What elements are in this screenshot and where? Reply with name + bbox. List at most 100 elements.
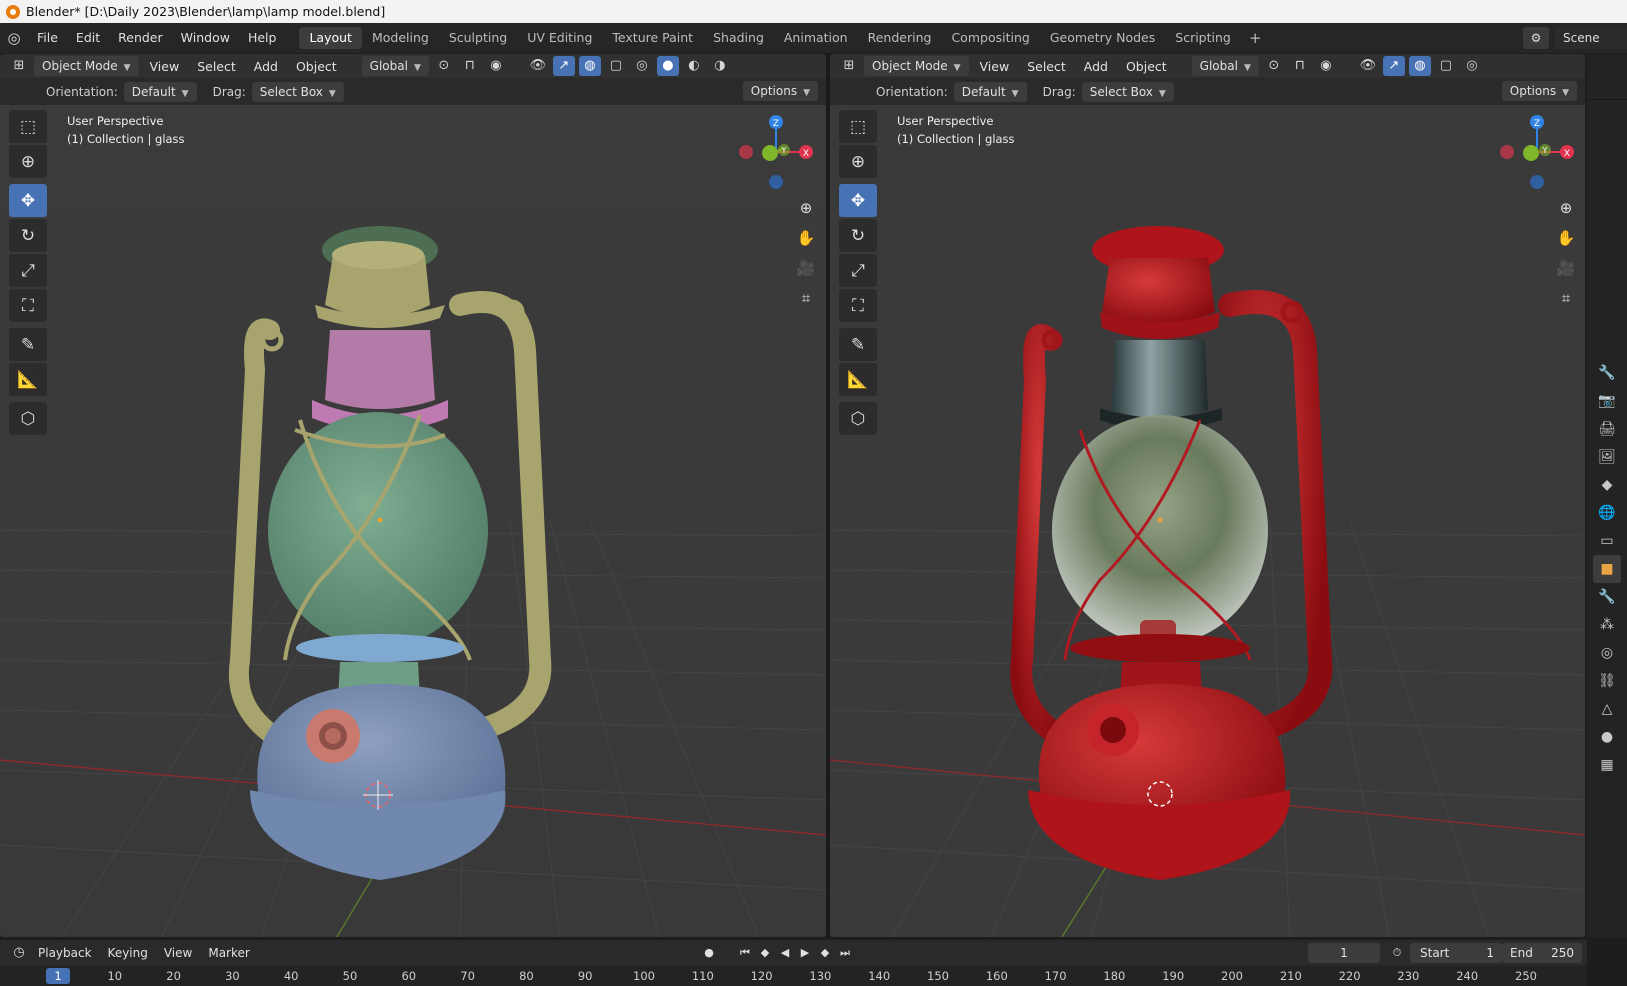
transform-tool[interactable]: ⛶ xyxy=(9,289,47,322)
orientation-dropdown[interactable]: Default ▼ xyxy=(123,81,197,102)
drag-dropdown[interactable]: Select Box ▼ xyxy=(251,81,344,102)
navigation-gizmo[interactable]: Z X Y xyxy=(1495,110,1575,190)
annotate-tool[interactable]: ✎ xyxy=(9,328,47,361)
menu-file[interactable]: File xyxy=(28,27,67,49)
play-icon[interactable]: ▶ xyxy=(796,944,814,962)
tab-layout[interactable]: Layout xyxy=(299,27,362,49)
overlay-toggle-icon[interactable]: ◍ xyxy=(1408,56,1431,76)
material-shading-icon[interactable]: ◐ xyxy=(683,56,705,76)
options-dropdown[interactable]: Options ▼ xyxy=(1501,81,1577,101)
pivot-icon[interactable]: ⊙ xyxy=(1263,56,1285,76)
tab-sculpting[interactable]: Sculpting xyxy=(439,27,517,49)
wireframe-shading-icon[interactable]: ◎ xyxy=(1461,56,1483,76)
menu-add[interactable]: Add xyxy=(1077,59,1115,74)
tab-texture-paint[interactable]: Texture Paint xyxy=(602,27,703,49)
visibility-icon[interactable]: 👁 xyxy=(527,56,549,76)
transform-orientation-dropdown[interactable]: Global ▼ xyxy=(1191,56,1259,76)
tool-tab-icon[interactable]: 🔧 xyxy=(1593,359,1621,387)
perspective-grid-icon[interactable]: ⌗ xyxy=(792,284,820,312)
play-reverse-icon[interactable]: ◀ xyxy=(776,944,794,962)
viewport-solid[interactable]: ⊞ Object Mode ▼ View Select Add Object Gl… xyxy=(0,54,826,937)
menu-window[interactable]: Window xyxy=(172,27,239,49)
menu-help[interactable]: Help xyxy=(239,27,286,49)
scale-tool[interactable]: ⤢ xyxy=(9,254,47,287)
gizmo-toggle-icon[interactable]: ↗ xyxy=(552,56,575,76)
tab-shading[interactable]: Shading xyxy=(703,27,774,49)
zoom-icon[interactable]: ⊕ xyxy=(1552,194,1580,222)
record-icon[interactable]: ● xyxy=(700,944,718,962)
texture-tab-icon[interactable]: ▦ xyxy=(1593,751,1621,779)
pan-hand-icon[interactable]: ✋ xyxy=(1552,224,1580,252)
scene-tab-icon[interactable]: ◆ xyxy=(1593,471,1621,499)
tab-uv-editing[interactable]: UV Editing xyxy=(517,27,602,49)
zoom-icon[interactable]: ⊕ xyxy=(792,194,820,222)
menu-playback[interactable]: Playback xyxy=(30,946,100,960)
output-tab-icon[interactable]: 🖨 xyxy=(1593,415,1621,443)
visibility-icon[interactable]: 👁 xyxy=(1357,56,1379,76)
cursor-tool[interactable]: ⊕ xyxy=(9,145,47,178)
snap-icon[interactable]: ⊓ xyxy=(1289,56,1311,76)
constraints-tab-icon[interactable]: ⛓ xyxy=(1593,667,1621,695)
tab-scripting[interactable]: Scripting xyxy=(1165,27,1241,49)
scene-name-field[interactable]: Scene xyxy=(1555,27,1627,49)
camera-icon[interactable]: 🎥 xyxy=(1552,254,1580,282)
measure-tool[interactable]: 📐 xyxy=(9,363,47,396)
scene-icon[interactable]: ⚙ xyxy=(1523,27,1549,49)
add-workspace-icon[interactable]: + xyxy=(1241,29,1270,47)
tab-rendering[interactable]: Rendering xyxy=(858,27,942,49)
rotate-tool[interactable]: ↻ xyxy=(839,219,877,252)
select-box-tool[interactable]: ⬚ xyxy=(839,110,877,143)
scale-tool[interactable]: ⤢ xyxy=(839,254,877,287)
menu-add[interactable]: Add xyxy=(247,59,285,74)
menu-object[interactable]: Object xyxy=(1119,59,1174,74)
cursor-tool[interactable]: ⊕ xyxy=(839,145,877,178)
pivot-icon[interactable]: ⊙ xyxy=(433,56,455,76)
end-frame-field[interactable]: End 250 xyxy=(1502,943,1582,963)
add-cube-tool[interactable]: ⬡ xyxy=(9,402,47,435)
measure-tool[interactable]: 📐 xyxy=(839,363,877,396)
viewport-material-preview[interactable]: ⊞ Object Mode ▼ View Select Add Object Gl… xyxy=(830,54,1585,937)
editor-type-icon[interactable]: ⊞ xyxy=(8,56,30,76)
mode-dropdown[interactable]: Object Mode ▼ xyxy=(864,56,969,76)
overlay-toggle-icon[interactable]: ◍ xyxy=(578,56,601,76)
tab-modeling[interactable]: Modeling xyxy=(362,27,439,49)
menu-select[interactable]: Select xyxy=(1020,59,1073,74)
next-keyframe-icon[interactable]: ◆ xyxy=(816,944,834,962)
jump-end-icon[interactable]: ⏭ xyxy=(836,944,854,962)
drag-dropdown[interactable]: Select Box ▼ xyxy=(1081,81,1174,102)
annotate-tool[interactable]: ✎ xyxy=(839,328,877,361)
particles-tab-icon[interactable]: ⁂ xyxy=(1593,611,1621,639)
proportional-edit-icon[interactable]: ◉ xyxy=(1315,56,1337,76)
current-frame-field[interactable]: 1 xyxy=(1308,943,1380,963)
current-frame-marker[interactable]: 1 xyxy=(46,968,70,984)
start-frame-field[interactable]: Start 1 xyxy=(1410,943,1502,963)
menu-view[interactable]: View xyxy=(143,59,187,74)
jump-start-icon[interactable]: ⏮ xyxy=(736,944,754,962)
modifier-tab-icon[interactable]: 🔧 xyxy=(1593,583,1621,611)
gizmo-toggle-icon[interactable]: ↗ xyxy=(1382,56,1405,76)
timeline-editor-icon[interactable]: ◷ xyxy=(8,943,30,963)
pan-hand-icon[interactable]: ✋ xyxy=(792,224,820,252)
options-dropdown[interactable]: Options ▼ xyxy=(742,81,818,101)
view-layer-tab-icon[interactable]: 🖼 xyxy=(1593,443,1621,471)
object-tab-icon[interactable]: ■ xyxy=(1593,555,1621,583)
xray-icon[interactable]: ▢ xyxy=(605,56,627,76)
collection-tab-icon[interactable]: ▭ xyxy=(1593,527,1621,555)
menu-view[interactable]: View xyxy=(973,59,1017,74)
menu-object[interactable]: Object xyxy=(289,59,344,74)
menu-render[interactable]: Render xyxy=(109,27,172,49)
menu-marker[interactable]: Marker xyxy=(200,946,257,960)
render-tab-icon[interactable]: 📷 xyxy=(1593,387,1621,415)
menu-select[interactable]: Select xyxy=(190,59,243,74)
mode-dropdown[interactable]: Object Mode ▼ xyxy=(34,56,139,76)
transform-tool[interactable]: ⛶ xyxy=(839,289,877,322)
move-tool[interactable]: ✥ xyxy=(9,184,47,217)
select-box-tool[interactable]: ⬚ xyxy=(9,110,47,143)
wireframe-shading-icon[interactable]: ◎ xyxy=(631,56,653,76)
rotate-tool[interactable]: ↻ xyxy=(9,219,47,252)
move-tool[interactable]: ✥ xyxy=(839,184,877,217)
snap-icon[interactable]: ⊓ xyxy=(459,56,481,76)
outliner-collapsed[interactable] xyxy=(1587,54,1627,100)
perspective-grid-icon[interactable]: ⌗ xyxy=(1552,284,1580,312)
editor-type-icon[interactable]: ⊞ xyxy=(838,56,860,76)
